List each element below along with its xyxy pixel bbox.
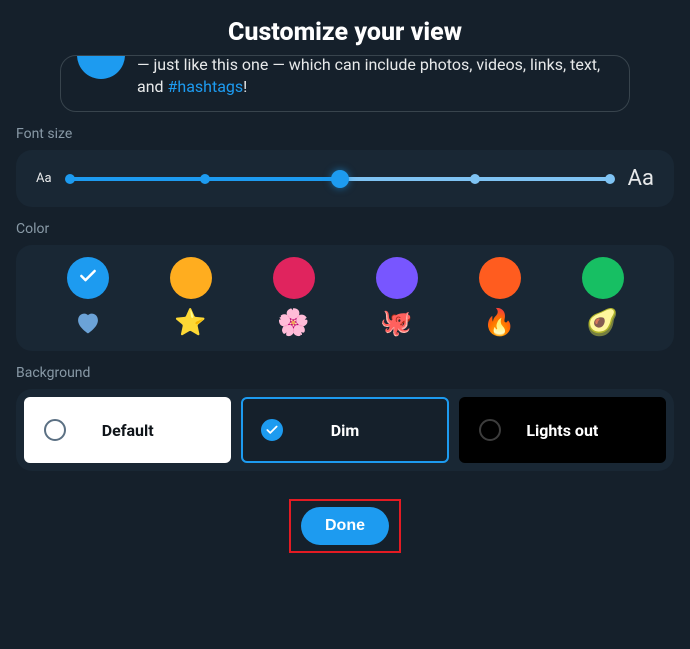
color-swatch-blue[interactable] bbox=[67, 257, 109, 299]
blossom-icon: 🌸 bbox=[273, 310, 315, 336]
star-icon: ⭐ bbox=[170, 310, 212, 336]
dialog-title: Customize your view bbox=[16, 0, 674, 55]
done-button[interactable]: Done bbox=[301, 507, 389, 545]
checkmark-icon bbox=[78, 266, 98, 291]
font-size-small-indicator: Aa bbox=[36, 171, 52, 186]
color-swatch-purple[interactable] bbox=[376, 257, 418, 299]
heart-icon bbox=[67, 309, 109, 337]
octopus-icon: 🐙 bbox=[376, 310, 418, 336]
font-size-slider[interactable] bbox=[70, 169, 610, 189]
slider-tick[interactable] bbox=[200, 174, 210, 184]
tweet-preview-card: — just like this one — which can include… bbox=[60, 55, 630, 112]
color-swatch-orange[interactable] bbox=[479, 257, 521, 299]
color-swatch-yellow[interactable] bbox=[170, 257, 212, 299]
background-option-label: Dim bbox=[261, 421, 428, 440]
background-option-label: Lights out bbox=[479, 421, 646, 440]
font-size-label: Font size bbox=[16, 126, 674, 142]
tweet-text: — just like this one — which can include… bbox=[137, 55, 613, 97]
avatar bbox=[77, 55, 125, 79]
avocado-icon: 🥑 bbox=[582, 310, 624, 336]
done-highlight-box: Done bbox=[289, 499, 401, 553]
font-size-large-indicator: Aa bbox=[628, 166, 654, 191]
slider-tick[interactable] bbox=[605, 174, 615, 184]
font-size-panel: Aa Aa bbox=[16, 150, 674, 207]
background-option-dim[interactable]: Dim bbox=[241, 397, 448, 463]
slider-thumb[interactable] bbox=[331, 170, 349, 188]
color-swatch-green[interactable] bbox=[582, 257, 624, 299]
tweet-text-after: ! bbox=[243, 77, 247, 96]
background-panel: Default Dim Lights out bbox=[16, 389, 674, 471]
color-swatch-pink[interactable] bbox=[273, 257, 315, 299]
hashtag-link[interactable]: #hashtags bbox=[168, 77, 244, 96]
slider-tick[interactable] bbox=[470, 174, 480, 184]
color-panel: ⭐ 🌸 🐙 🔥 🥑 bbox=[16, 245, 674, 351]
fire-icon: 🔥 bbox=[479, 310, 521, 336]
background-option-default[interactable]: Default bbox=[24, 397, 231, 463]
background-option-label: Default bbox=[44, 421, 211, 440]
background-label: Background bbox=[16, 365, 674, 381]
background-option-lights-out[interactable]: Lights out bbox=[459, 397, 666, 463]
color-label: Color bbox=[16, 221, 674, 237]
slider-tick[interactable] bbox=[65, 174, 75, 184]
